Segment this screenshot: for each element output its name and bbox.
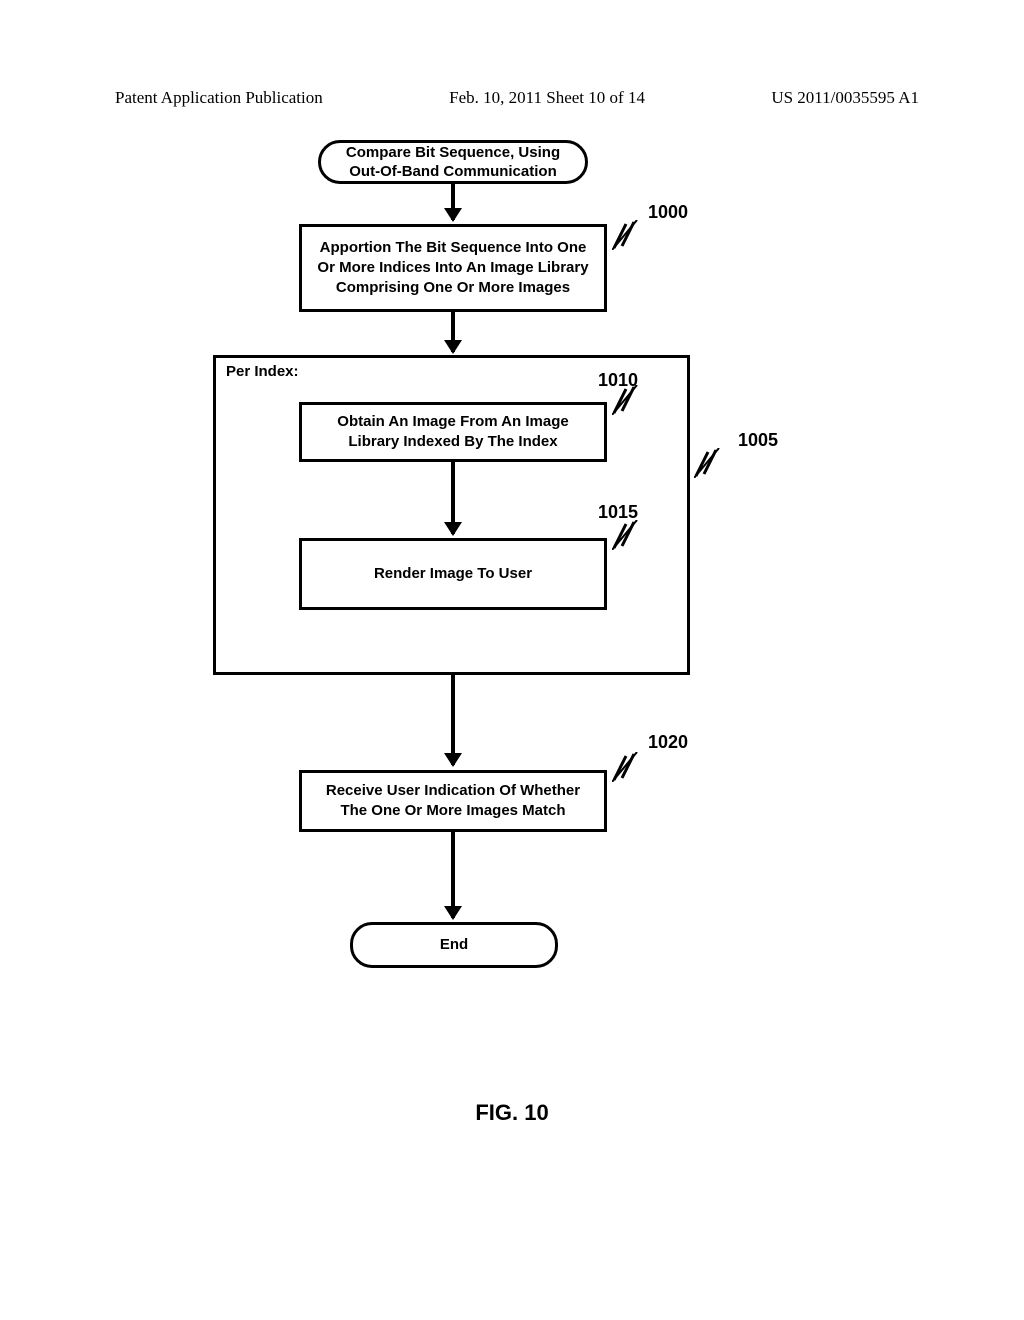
flowchart-diagram: Compare Bit Sequence, Using Out-Of-Band … bbox=[0, 130, 1024, 1230]
arrow-1 bbox=[451, 184, 455, 220]
leader-1015 bbox=[612, 520, 642, 550]
page-header: Patent Application Publication Feb. 10, … bbox=[0, 0, 1024, 108]
process-1020: Receive User Indication Of Whether The O… bbox=[299, 770, 607, 832]
header-date-sheet: Feb. 10, 2011 Sheet 10 of 14 bbox=[449, 88, 645, 108]
container-label: Per Index: bbox=[226, 363, 299, 380]
process-1015: Render Image To User bbox=[299, 538, 607, 610]
leader-1005 bbox=[694, 448, 724, 478]
arrow-5 bbox=[451, 832, 455, 918]
header-patent-number: US 2011/0035595 A1 bbox=[771, 88, 919, 108]
arrow-2 bbox=[451, 312, 455, 352]
figure-caption: FIG. 10 bbox=[475, 1100, 548, 1126]
leader-1000 bbox=[612, 220, 642, 250]
ref-1020: 1020 bbox=[648, 732, 688, 753]
ref-1005: 1005 bbox=[738, 430, 778, 451]
leader-1010 bbox=[612, 385, 642, 415]
process-1010: Obtain An Image From An Image Library In… bbox=[299, 402, 607, 462]
start-terminator: Compare Bit Sequence, Using Out-Of-Band … bbox=[318, 140, 588, 184]
ref-1000: 1000 bbox=[648, 202, 688, 223]
leader-1020 bbox=[612, 752, 642, 782]
process-1000: Apportion The Bit Sequence Into One Or M… bbox=[299, 224, 607, 312]
end-terminator: End bbox=[350, 922, 558, 968]
arrow-3 bbox=[451, 462, 455, 534]
header-publication: Patent Application Publication bbox=[115, 88, 323, 108]
arrow-4 bbox=[451, 675, 455, 765]
